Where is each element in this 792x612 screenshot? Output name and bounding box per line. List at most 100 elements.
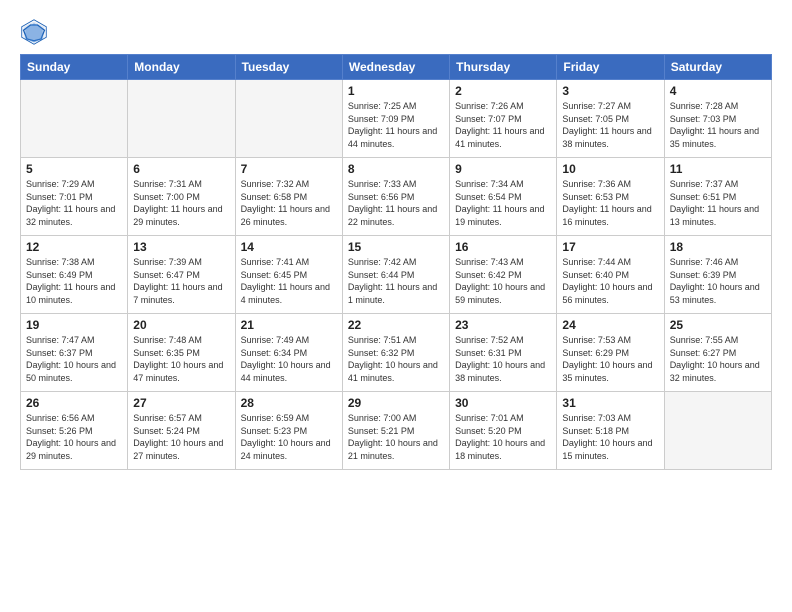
day-detail: Sunrise: 7:37 AM Sunset: 6:51 PM Dayligh… [670, 178, 766, 228]
day-cell: 28 Sunrise: 6:59 AM Sunset: 5:23 PM Dayli… [235, 392, 342, 470]
day-detail: Sunrise: 7:51 AM Sunset: 6:32 PM Dayligh… [348, 334, 444, 384]
day-detail: Sunrise: 7:00 AM Sunset: 5:21 PM Dayligh… [348, 412, 444, 462]
day-cell: 27 Sunrise: 6:57 AM Sunset: 5:24 PM Dayli… [128, 392, 235, 470]
day-number: 7 [241, 162, 337, 176]
col-tuesday: Tuesday [235, 55, 342, 80]
day-cell: 22 Sunrise: 7:51 AM Sunset: 6:32 PM Dayli… [342, 314, 449, 392]
day-number: 2 [455, 84, 551, 98]
day-cell: 5 Sunrise: 7:29 AM Sunset: 7:01 PM Daylig… [21, 158, 128, 236]
day-cell: 16 Sunrise: 7:43 AM Sunset: 6:42 PM Dayli… [450, 236, 557, 314]
day-cell [664, 392, 771, 470]
day-detail: Sunrise: 7:52 AM Sunset: 6:31 PM Dayligh… [455, 334, 551, 384]
day-detail: Sunrise: 7:41 AM Sunset: 6:45 PM Dayligh… [241, 256, 337, 306]
day-number: 22 [348, 318, 444, 332]
day-detail: Sunrise: 7:26 AM Sunset: 7:07 PM Dayligh… [455, 100, 551, 150]
day-number: 23 [455, 318, 551, 332]
day-detail: Sunrise: 7:31 AM Sunset: 7:00 PM Dayligh… [133, 178, 229, 228]
day-cell: 31 Sunrise: 7:03 AM Sunset: 5:18 PM Dayli… [557, 392, 664, 470]
day-number: 6 [133, 162, 229, 176]
day-cell: 10 Sunrise: 7:36 AM Sunset: 6:53 PM Dayli… [557, 158, 664, 236]
day-number: 30 [455, 396, 551, 410]
day-detail: Sunrise: 7:36 AM Sunset: 6:53 PM Dayligh… [562, 178, 658, 228]
day-cell: 20 Sunrise: 7:48 AM Sunset: 6:35 PM Dayli… [128, 314, 235, 392]
day-detail: Sunrise: 7:46 AM Sunset: 6:39 PM Dayligh… [670, 256, 766, 306]
day-detail: Sunrise: 7:28 AM Sunset: 7:03 PM Dayligh… [670, 100, 766, 150]
day-detail: Sunrise: 7:43 AM Sunset: 6:42 PM Dayligh… [455, 256, 551, 306]
day-detail: Sunrise: 6:57 AM Sunset: 5:24 PM Dayligh… [133, 412, 229, 462]
day-detail: Sunrise: 7:47 AM Sunset: 6:37 PM Dayligh… [26, 334, 122, 384]
day-number: 28 [241, 396, 337, 410]
day-detail: Sunrise: 7:48 AM Sunset: 6:35 PM Dayligh… [133, 334, 229, 384]
day-detail: Sunrise: 7:01 AM Sunset: 5:20 PM Dayligh… [455, 412, 551, 462]
day-cell: 2 Sunrise: 7:26 AM Sunset: 7:07 PM Daylig… [450, 80, 557, 158]
week-row-3: 12 Sunrise: 7:38 AM Sunset: 6:49 PM Dayli… [21, 236, 772, 314]
day-cell: 25Sunrise: 7:55 AM Sunset: 6:27 PM Dayli… [664, 314, 771, 392]
day-detail: Sunrise: 7:53 AM Sunset: 6:29 PM Dayligh… [562, 334, 658, 384]
logo-icon [20, 18, 48, 46]
day-detail: Sunrise: 7:42 AM Sunset: 6:44 PM Dayligh… [348, 256, 444, 306]
day-number: 14 [241, 240, 337, 254]
day-number: 26 [26, 396, 122, 410]
col-thursday: Thursday [450, 55, 557, 80]
page: Sunday Monday Tuesday Wednesday Thursday… [0, 0, 792, 612]
day-detail: Sunrise: 7:32 AM Sunset: 6:58 PM Dayligh… [241, 178, 337, 228]
day-detail: Sunrise: 7:29 AM Sunset: 7:01 PM Dayligh… [26, 178, 122, 228]
day-cell: 18 Sunrise: 7:46 AM Sunset: 6:39 PM Dayli… [664, 236, 771, 314]
day-detail: Sunrise: 7:49 AM Sunset: 6:34 PM Dayligh… [241, 334, 337, 384]
day-number: 20 [133, 318, 229, 332]
day-number: 24 [562, 318, 658, 332]
day-cell: 4Sunrise: 7:28 AM Sunset: 7:03 PM Daylig… [664, 80, 771, 158]
day-cell: 13 Sunrise: 7:39 AM Sunset: 6:47 PM Dayli… [128, 236, 235, 314]
day-number: 17 [562, 240, 658, 254]
col-friday: Friday [557, 55, 664, 80]
day-number: 27 [133, 396, 229, 410]
col-sunday: Sunday [21, 55, 128, 80]
day-cell: 15 Sunrise: 7:42 AM Sunset: 6:44 PM Dayli… [342, 236, 449, 314]
day-number: 19 [26, 318, 122, 332]
week-row-2: 5 Sunrise: 7:29 AM Sunset: 7:01 PM Daylig… [21, 158, 772, 236]
col-monday: Monday [128, 55, 235, 80]
day-detail: Sunrise: 7:39 AM Sunset: 6:47 PM Dayligh… [133, 256, 229, 306]
day-number: 25 [670, 318, 766, 332]
day-number: 9 [455, 162, 551, 176]
day-cell: 7 Sunrise: 7:32 AM Sunset: 6:58 PM Daylig… [235, 158, 342, 236]
day-number: 15 [348, 240, 444, 254]
day-detail: Sunrise: 6:59 AM Sunset: 5:23 PM Dayligh… [241, 412, 337, 462]
day-number: 29 [348, 396, 444, 410]
day-cell: 24 Sunrise: 7:53 AM Sunset: 6:29 PM Dayli… [557, 314, 664, 392]
day-number: 12 [26, 240, 122, 254]
logo [20, 18, 52, 46]
week-row-4: 19 Sunrise: 7:47 AM Sunset: 6:37 PM Dayli… [21, 314, 772, 392]
day-cell: 11 Sunrise: 7:37 AM Sunset: 6:51 PM Dayli… [664, 158, 771, 236]
day-detail: Sunrise: 6:56 AM Sunset: 5:26 PM Dayligh… [26, 412, 122, 462]
day-number: 5 [26, 162, 122, 176]
day-cell: 12 Sunrise: 7:38 AM Sunset: 6:49 PM Dayli… [21, 236, 128, 314]
calendar-header-row: Sunday Monday Tuesday Wednesday Thursday… [21, 55, 772, 80]
day-cell: 9Sunrise: 7:34 AM Sunset: 6:54 PM Daylig… [450, 158, 557, 236]
day-cell: 6 Sunrise: 7:31 AM Sunset: 7:00 PM Daylig… [128, 158, 235, 236]
week-row-1: 1Sunrise: 7:25 AM Sunset: 7:09 PM Daylig… [21, 80, 772, 158]
day-detail: Sunrise: 7:27 AM Sunset: 7:05 PM Dayligh… [562, 100, 658, 150]
day-number: 31 [562, 396, 658, 410]
day-detail: Sunrise: 7:33 AM Sunset: 6:56 PM Dayligh… [348, 178, 444, 228]
day-cell [21, 80, 128, 158]
day-number: 13 [133, 240, 229, 254]
day-cell: 30 Sunrise: 7:01 AM Sunset: 5:20 PM Dayli… [450, 392, 557, 470]
week-row-5: 26 Sunrise: 6:56 AM Sunset: 5:26 PM Dayli… [21, 392, 772, 470]
day-number: 11 [670, 162, 766, 176]
day-detail: Sunrise: 7:44 AM Sunset: 6:40 PM Dayligh… [562, 256, 658, 306]
day-cell [128, 80, 235, 158]
day-number: 21 [241, 318, 337, 332]
day-number: 10 [562, 162, 658, 176]
header [20, 18, 772, 46]
day-cell: 8 Sunrise: 7:33 AM Sunset: 6:56 PM Daylig… [342, 158, 449, 236]
day-number: 8 [348, 162, 444, 176]
calendar: Sunday Monday Tuesday Wednesday Thursday… [20, 54, 772, 470]
day-detail: Sunrise: 7:03 AM Sunset: 5:18 PM Dayligh… [562, 412, 658, 462]
day-cell: 23 Sunrise: 7:52 AM Sunset: 6:31 PM Dayli… [450, 314, 557, 392]
day-number: 18 [670, 240, 766, 254]
day-cell: 21 Sunrise: 7:49 AM Sunset: 6:34 PM Dayli… [235, 314, 342, 392]
day-detail: Sunrise: 7:38 AM Sunset: 6:49 PM Dayligh… [26, 256, 122, 306]
day-cell [235, 80, 342, 158]
day-number: 16 [455, 240, 551, 254]
